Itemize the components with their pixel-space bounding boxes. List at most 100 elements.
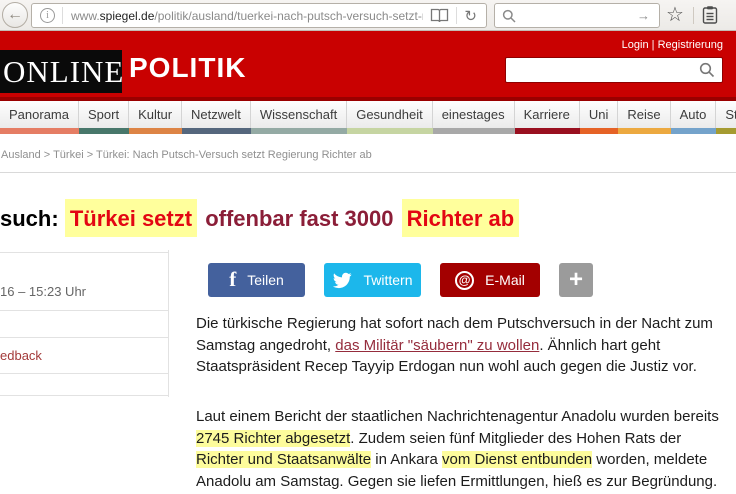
article-paragraph: Die türkische Regierung hat sofort nach …: [196, 313, 730, 378]
nav-item-auto[interactable]: Auto: [671, 101, 717, 134]
nav-item-panorama[interactable]: Panorama: [0, 101, 79, 134]
url-text: www.spiegel.de/politik/ausland/tuerkei-n…: [63, 9, 423, 23]
nav-label: Reise: [618, 101, 670, 128]
url-domain: spiegel.de: [100, 9, 155, 23]
search-icon: [699, 62, 715, 78]
reader-mode-icon[interactable]: [423, 8, 456, 23]
headline-middle: offenbar fast 3000: [205, 206, 393, 231]
spiegel-online-logo[interactable]: ONLINE: [0, 50, 122, 93]
more-share-button[interactable]: +: [559, 263, 593, 297]
headline-highlight: Richter ab: [402, 199, 520, 237]
nav-color-strip: [251, 128, 347, 134]
nav-item-kultur[interactable]: Kultur: [129, 101, 182, 134]
nav-label: Karriere: [515, 101, 580, 128]
nav-item-uni[interactable]: Uni: [580, 101, 619, 134]
email-at-icon: @: [455, 271, 474, 290]
nav-label: Panorama: [0, 101, 79, 128]
nav-label: Netzwelt: [182, 101, 251, 128]
share-buttons: f Teilen Twittern @ E-Mail +: [208, 263, 593, 297]
nav-color-strip: [182, 128, 251, 134]
nav-color-strip: [671, 128, 717, 134]
search-term-highlight: vom Dienst entbunden: [442, 451, 592, 468]
browser-search-bar[interactable]: →: [494, 3, 660, 28]
nav-item-karriere[interactable]: Karriere: [515, 101, 580, 134]
paragraph-text: Laut einem Bericht der staatlichen Nachr…: [196, 408, 719, 425]
email-share-button[interactable]: @ E-Mail: [440, 263, 540, 297]
facebook-share-button[interactable]: f Teilen: [208, 263, 305, 297]
nav-color-strip: [79, 128, 129, 134]
twitter-share-button[interactable]: Twittern: [324, 263, 421, 297]
article-timestamp: 16 – 15:23 Uhr: [0, 284, 86, 299]
divider: [0, 310, 168, 311]
browser-toolbar: ← i www.spiegel.de/politik/ausland/tuerk…: [0, 0, 736, 31]
divider: [0, 337, 168, 338]
nav-color-strip: [580, 128, 619, 134]
info-icon[interactable]: i: [40, 8, 55, 23]
nav-label: Wissenschaft: [251, 101, 347, 128]
nav-item-reise[interactable]: Reise: [618, 101, 670, 134]
url-bar[interactable]: i www.spiegel.de/politik/ausland/tuerkei…: [31, 3, 487, 28]
search-go-icon[interactable]: →: [637, 8, 659, 23]
nav-label: Kultur: [129, 101, 182, 128]
nav-label: Auto: [671, 101, 717, 128]
refresh-icon[interactable]: ↻: [457, 7, 486, 25]
login-link[interactable]: Login: [622, 39, 649, 51]
login-separator: |: [652, 39, 655, 51]
site-search-box[interactable]: [505, 57, 723, 83]
divider: [0, 172, 736, 173]
nav-item-sport[interactable]: Sport: [79, 101, 129, 134]
nav-color-strip: [716, 128, 736, 134]
article-inline-link[interactable]: das Militär "säubern" zu wollen: [335, 337, 539, 354]
bookmarks-menu-icon[interactable]: [700, 5, 720, 31]
nav-color-strip: [0, 128, 79, 134]
nav-label: Uni: [580, 101, 619, 128]
nav-item-netzwelt[interactable]: Netzwelt: [182, 101, 251, 134]
headline-highlight: Türkei setzt: [65, 199, 197, 237]
nav-color-strip: [618, 128, 670, 134]
back-arrow-icon: ←: [7, 6, 23, 23]
divider: [0, 252, 168, 253]
main-nav: Panorama Sport Kultur Netzwelt Wissensch…: [0, 101, 736, 134]
article-paragraph: Laut einem Bericht der staatlichen Nachr…: [196, 406, 730, 492]
url-prefix: www.: [71, 9, 100, 23]
article-headline: such: Türkei setzt offenbar fast 3000 Ri…: [0, 202, 519, 236]
nav-label: Stil: [716, 101, 736, 128]
facebook-share-label: Teilen: [247, 272, 284, 288]
breadcrumb[interactable]: Ausland > Türkei > Türkei: Nach Putsch-V…: [1, 149, 372, 161]
nav-label: Sport: [79, 101, 129, 128]
headline-prefix: such:: [0, 206, 59, 231]
register-link[interactable]: Registrierung: [658, 39, 723, 51]
nav-color-strip: [515, 128, 580, 134]
facebook-icon: f: [229, 267, 236, 292]
nav-item-einestages[interactable]: einestages: [433, 101, 515, 134]
search-term-highlight: 2745 Richter abgesetzt: [196, 430, 350, 447]
nav-item-stil[interactable]: Stil: [716, 101, 736, 134]
url-path: /politik/ausland/tuerkei-nach-putsch-ver…: [154, 9, 423, 23]
nav-color-strip: [129, 128, 182, 134]
logo-text: ONLINE: [3, 54, 124, 90]
twitter-bird-icon: [332, 272, 352, 289]
nav-label: Gesundheit: [347, 101, 433, 128]
nav-color-strip: [433, 128, 515, 134]
paragraph-text: . Zudem seien fünf Mitglieder des Hohen …: [350, 430, 681, 447]
divider: [693, 7, 694, 24]
browser-window: ← i www.spiegel.de/politik/ausland/tuerk…: [0, 0, 736, 494]
nav-item-wissenschaft[interactable]: Wissenschaft: [251, 101, 347, 134]
divider: [168, 250, 169, 397]
bookmark-star-icon[interactable]: ☆: [666, 2, 684, 27]
email-share-label: E-Mail: [485, 272, 525, 288]
back-button[interactable]: ←: [2, 2, 28, 28]
search-term-highlight: Richter und Staatsanwälte: [196, 451, 371, 468]
twitter-share-label: Twittern: [363, 272, 412, 288]
paragraph-text: in Ankara: [371, 451, 442, 468]
site-header: ONLINE POLITIK Login | Registrierung: [0, 31, 736, 101]
nav-color-strip: [347, 128, 433, 134]
divider: [0, 395, 168, 396]
feedback-link[interactable]: edback: [0, 348, 42, 363]
divider: [0, 373, 168, 374]
nav-item-gesundheit[interactable]: Gesundheit: [347, 101, 433, 134]
nav-label: einestages: [433, 101, 515, 128]
login-links: Login | Registrierung: [622, 39, 723, 51]
search-icon: [495, 9, 523, 23]
plus-icon: +: [569, 266, 583, 294]
